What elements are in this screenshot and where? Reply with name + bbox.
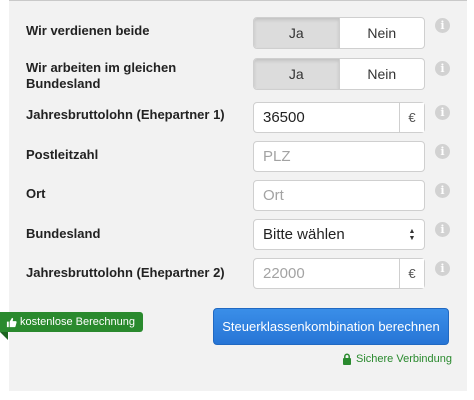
info-icon[interactable]: i [435, 61, 450, 76]
both-earn-no-button[interactable]: Nein [340, 18, 425, 48]
secure-connection-label: Sichere Verbindung [356, 353, 453, 365]
zip-placeholder: PLZ [263, 148, 291, 165]
same-state-yes-button[interactable]: Ja [254, 59, 339, 89]
salary2-placeholder: 22000 [263, 265, 305, 282]
salary2-field[interactable]: 22000 € [253, 258, 425, 289]
both-earn-yes-button[interactable]: Ja [254, 18, 339, 48]
free-calculation-label: kostenlose Berechnung [20, 316, 135, 328]
info-icon[interactable]: i [435, 222, 450, 237]
info-icon[interactable]: i [435, 183, 450, 198]
calculate-button[interactable]: Steuerklassenkombination berechnen [213, 308, 449, 345]
city-field[interactable]: Ort [253, 180, 425, 211]
info-icon[interactable]: i [435, 105, 450, 120]
salary1-field[interactable]: 36500 € [253, 102, 425, 133]
zip-field[interactable]: PLZ [253, 141, 425, 172]
euro-addon: € [399, 259, 424, 288]
both-earn-toggle: Ja Nein [253, 17, 425, 49]
label-salary1: Jahresbruttolohn (Ehepartner 1) [26, 107, 225, 122]
info-icon[interactable]: i [435, 261, 450, 276]
euro-addon: € [399, 103, 424, 132]
label-same-state: Wir arbeiten im gleichen Bundesland [26, 60, 177, 91]
same-state-no-button[interactable]: Nein [340, 59, 425, 89]
lock-icon [343, 353, 351, 365]
label-state: Bundesland [26, 226, 101, 241]
free-calculation-badge: kostenlose Berechnung [0, 312, 143, 332]
same-state-toggle: Ja Nein [253, 58, 425, 90]
info-icon[interactable]: i [435, 144, 450, 159]
calculator-form: Wir verdienen beide Ja Nein i Wir arbeit… [9, 0, 467, 391]
select-arrows-icon: ▲ ▼ [408, 227, 416, 242]
state-select[interactable]: Bitte wählen ▲ ▼ [253, 219, 425, 250]
label-salary2: Jahresbruttolohn (Ehepartner 2) [26, 265, 225, 280]
badge-fold [0, 332, 8, 340]
label-city: Ort [26, 186, 46, 201]
thumbs-up-icon [6, 317, 17, 327]
city-placeholder: Ort [263, 187, 284, 204]
label-both-earn: Wir verdienen beide [26, 23, 150, 38]
secure-connection: Sichere Verbindung [342, 353, 452, 365]
label-zip: Postleitzahl [26, 147, 99, 162]
salary1-value[interactable]: 36500 [254, 109, 399, 126]
info-icon[interactable]: i [435, 18, 450, 33]
state-selected: Bitte wählen [263, 226, 345, 243]
